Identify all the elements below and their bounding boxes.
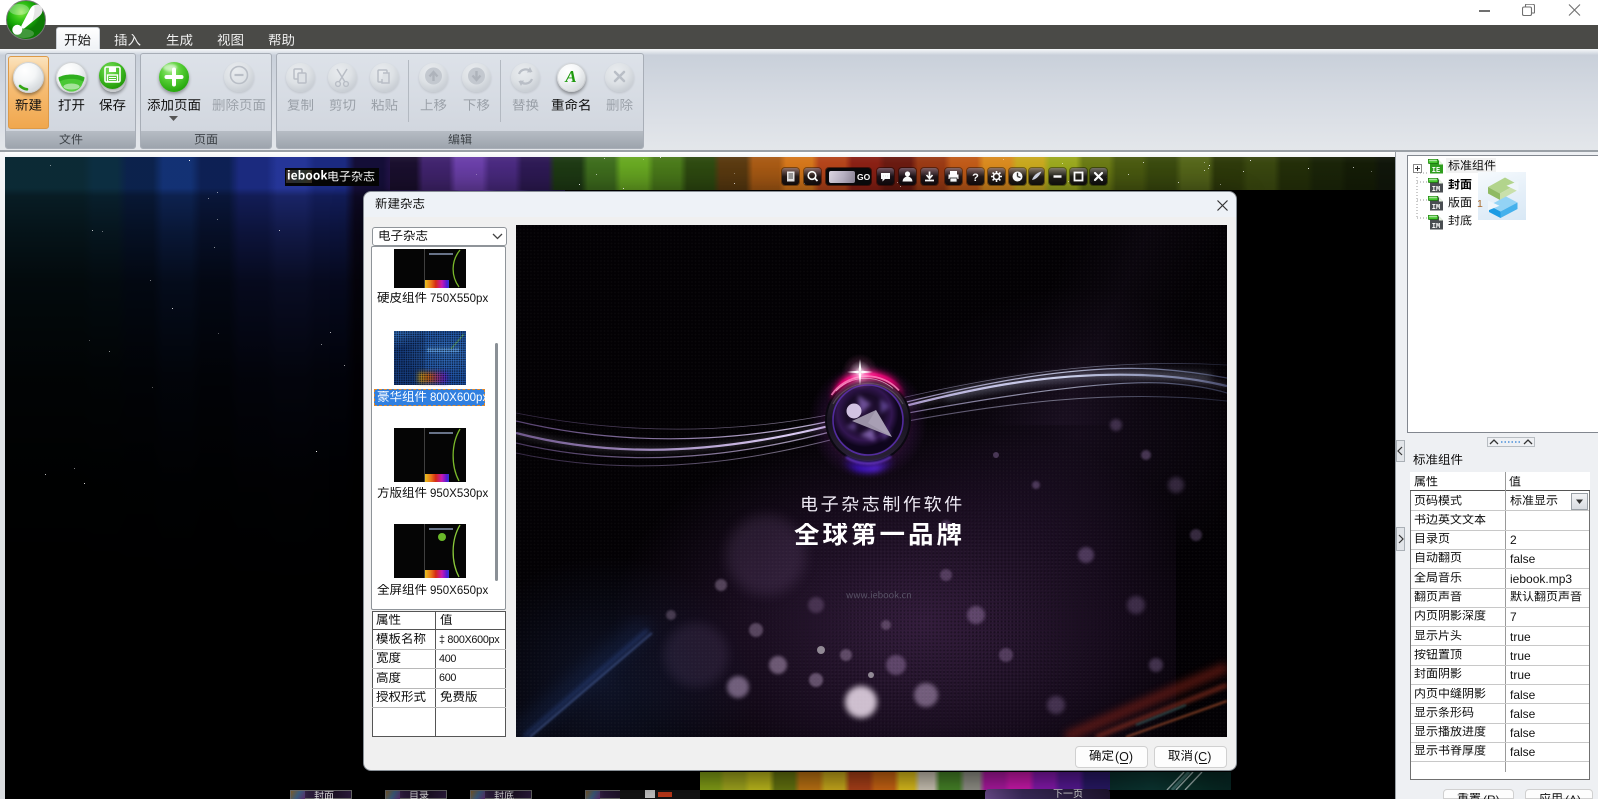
svg-text:1: 1 [1477, 198, 1483, 210]
svg-text:GO: GO [857, 172, 870, 182]
svg-text:?: ? [972, 172, 979, 184]
svg-text:IM: IM [1432, 204, 1440, 212]
svg-text:A: A [564, 67, 576, 86]
svg-text:IE: IE [1432, 167, 1440, 175]
svg-text:IM: IM [1432, 223, 1440, 231]
svg-text:IM: IM [1432, 186, 1440, 194]
